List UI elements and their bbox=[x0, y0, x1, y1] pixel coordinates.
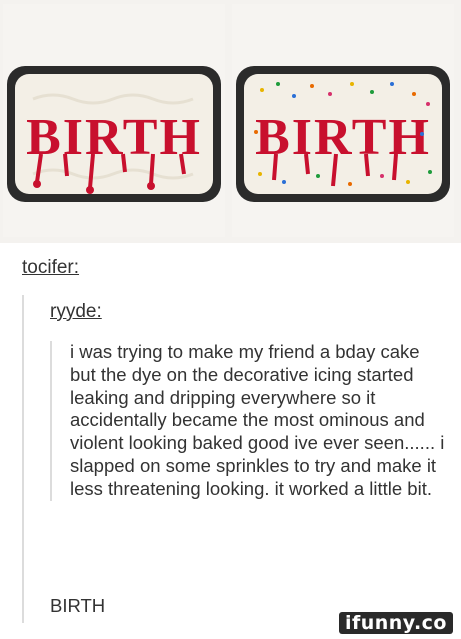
tumblr-post: tocifer: ryyde: i was trying to make my … bbox=[0, 243, 461, 625]
ifunny-watermark: ifunny.co bbox=[338, 612, 453, 634]
op-username-link[interactable]: tocifer: bbox=[22, 257, 79, 279]
quoted-post-text: i was trying to make my friend a bday ca… bbox=[50, 341, 450, 501]
reblog-username-link[interactable]: ryyde: bbox=[50, 301, 102, 323]
cake-photo-left: BIRTH bbox=[3, 4, 225, 237]
cake-icing-text-right: BIRTH bbox=[255, 109, 431, 166]
reblog-block: ryyde: i was trying to make my friend a … bbox=[22, 295, 454, 625]
cake-photo-right: BIRTH bbox=[232, 4, 454, 237]
reply-text: BIRTH bbox=[50, 595, 106, 616]
cake-icing-text-left: BIRTH bbox=[26, 109, 202, 166]
photo-strip: BIRTH BIRTH bbox=[0, 0, 461, 243]
